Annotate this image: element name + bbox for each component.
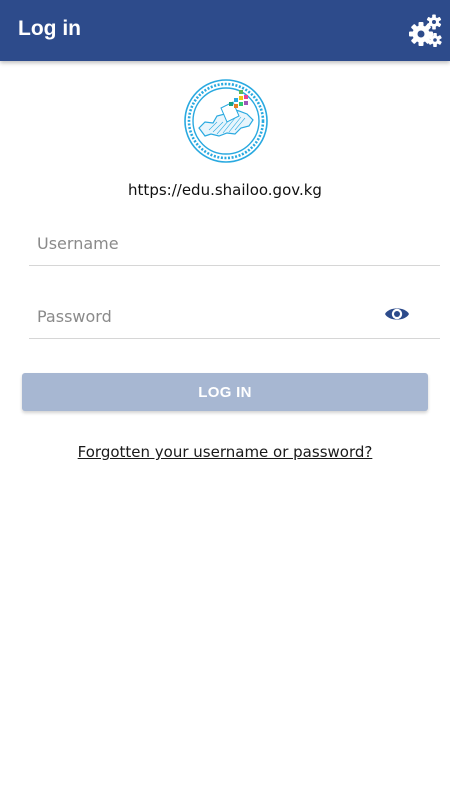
- settings-button[interactable]: [408, 14, 442, 48]
- forgot-credentials-link[interactable]: Forgotten your username or password?: [0, 443, 450, 461]
- eye-icon: [385, 308, 409, 320]
- site-url: https://edu.shailoo.gov.kg: [128, 181, 322, 199]
- password-field: [29, 295, 440, 339]
- gears-icon: [409, 14, 442, 47]
- show-password-button[interactable]: [384, 304, 410, 324]
- page-title: Log in: [18, 17, 81, 40]
- election-commission-seal: [184, 79, 268, 163]
- username-input[interactable]: [37, 226, 377, 260]
- logo: [183, 78, 269, 164]
- login-button[interactable]: LOG IN: [22, 373, 428, 411]
- password-input[interactable]: [37, 299, 377, 333]
- app-bar: Log in: [0, 0, 450, 61]
- username-field: [29, 222, 440, 266]
